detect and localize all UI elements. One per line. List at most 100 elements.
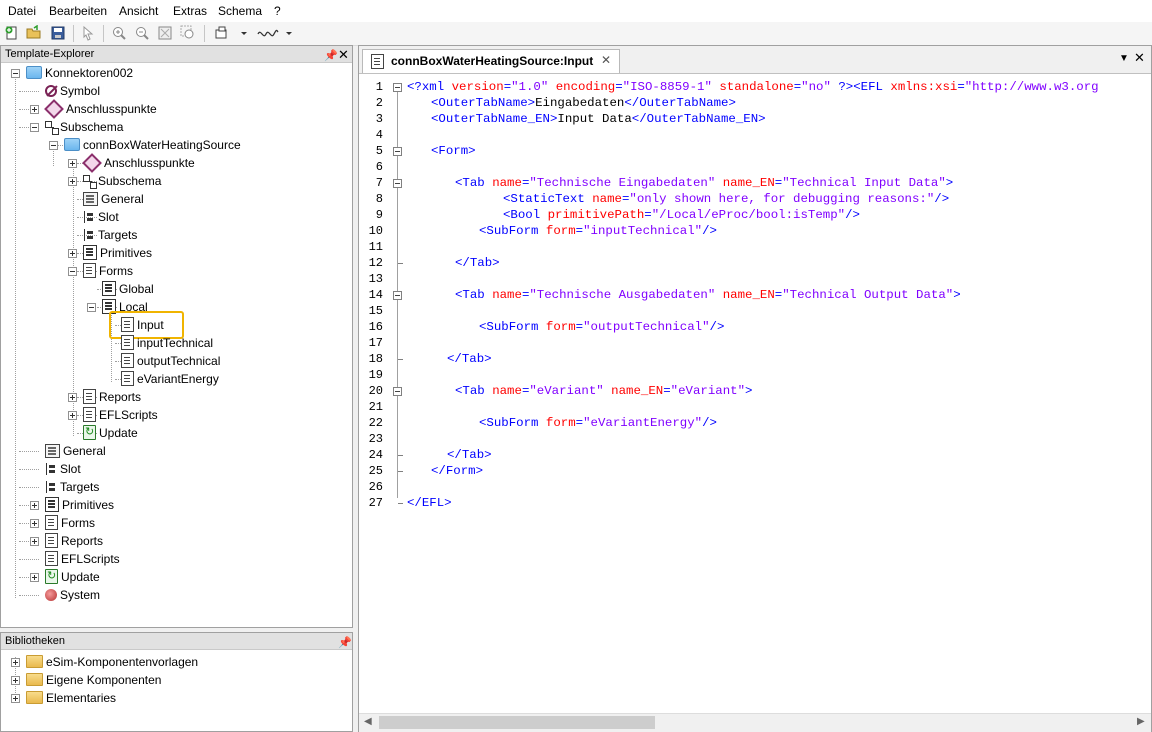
tree-item-sub-slot[interactable]: Slot [83,208,119,226]
tree-expand-toggle[interactable] [68,393,77,402]
global-icon [102,281,116,297]
tree-item-sub-reports[interactable]: Reports [83,388,141,406]
tree-item-outputtechnical[interactable]: outputTechnical [121,352,220,370]
library-item[interactable]: eSim-Komponentenvorlagen [26,653,198,671]
menu-ansicht[interactable]: Ansicht [119,4,158,18]
forms-icon [83,263,96,279]
tree-item-sub-forms[interactable]: Forms [83,262,133,280]
code-area[interactable]: <?xml version="1.0" encoding="ISO-8859-1… [359,74,1133,713]
scroll-right-icon[interactable]: ▶ [1137,716,1145,727]
tree-item-sub-primitives[interactable]: Primitives [83,244,152,262]
dropdown-menu-icon[interactable]: ▼ [1119,53,1129,64]
chevron-down-icon[interactable] [239,25,249,41]
tree-item-root[interactable]: Konnektoren002 [26,64,133,82]
wave-icon[interactable] [257,25,279,41]
code-line: <Form> [431,144,476,158]
save-icon[interactable] [50,25,66,41]
scroll-left-icon[interactable]: ◀ [364,716,372,727]
network-icon [45,120,57,133]
tree-item-global[interactable]: Global [102,280,154,298]
tree-expand-toggle[interactable] [68,177,77,186]
tree-collapse-toggle[interactable] [11,69,20,78]
pin-icon[interactable]: 📌 [338,635,352,652]
library-item[interactable]: Elementaries [26,689,116,707]
tree-item-slot[interactable]: Slot [45,460,81,478]
tree-item-anschlusspunkte[interactable]: Anschlusspunkte [44,98,157,119]
tree-item-primitives[interactable]: Primitives [45,496,114,514]
tree-item-sub-anschlusspunkte[interactable]: Anschlusspunkte [82,152,195,173]
tab-connbox-input[interactable]: connBoxWaterHeatingSource:Input ✕ [362,49,620,73]
form-doc-icon [121,353,134,369]
slot-icon [83,210,95,223]
layout-icon[interactable] [214,25,230,41]
tree-item-symbol[interactable]: Symbol [45,82,100,100]
menu-bearbeiten[interactable]: Bearbeiten [49,4,107,18]
close-icon[interactable]: ✕ [601,53,611,67]
code-line: <OuterTabName>Eingabedaten</OuterTabName… [431,96,736,110]
tree-expand-toggle[interactable] [11,676,20,685]
tree-item-general[interactable]: General [45,442,106,460]
tree-item-sub-subschema[interactable]: Subschema [83,172,161,190]
system-icon [45,588,57,601]
pointer-icon[interactable] [80,25,96,41]
zoom-out-icon[interactable] [134,25,150,41]
close-icon[interactable]: ✕ [1134,50,1145,66]
fit-window-icon[interactable] [157,25,173,41]
scrollbar-thumb[interactable] [379,716,655,729]
template-tree: Konnektoren002 Symbol Anschlusspunkte Su… [1,64,352,627]
tree-item-subschema[interactable]: Subschema [45,118,123,136]
code-line: <SubForm form="eVariantEnergy"/> [479,416,717,430]
tree-collapse-toggle[interactable] [49,141,58,150]
code-line: <StaticText name="only shown here, for d… [503,192,950,206]
tree-item-system[interactable]: System [45,586,100,604]
horizontal-scrollbar[interactable]: ◀ ▶ [359,713,1151,732]
menu-datei[interactable]: Datei [8,4,36,18]
folder-icon [26,673,43,687]
tree-item-reports[interactable]: Reports [45,532,103,550]
tree-item-sub-general[interactable]: General [83,190,144,208]
vertical-scrollbar[interactable] [1133,74,1151,713]
tree-expand-toggle[interactable] [11,658,20,667]
tree-collapse-toggle[interactable] [30,123,39,132]
zoom-area-icon[interactable] [180,25,196,41]
menu-help[interactable]: ? [274,4,281,18]
tree-expand-toggle[interactable] [30,105,39,114]
scripts-icon [45,551,58,567]
tree-expand-toggle[interactable] [30,573,39,582]
tree-item-update[interactable]: Update [45,567,100,586]
tree-collapse-toggle[interactable] [68,267,77,276]
library-item[interactable]: Eigene Komponenten [26,671,161,689]
tree-expand-toggle[interactable] [68,249,77,258]
tree-item-eflscripts[interactable]: EFLScripts [45,550,120,568]
tree-item-sub-update[interactable]: Update [83,423,138,442]
tree-expand-toggle[interactable] [68,159,77,168]
tree-collapse-toggle[interactable] [87,303,96,312]
menu-extras[interactable]: Extras [173,4,207,18]
tree-expand-toggle[interactable] [30,537,39,546]
reports-icon [83,389,96,405]
tree-item-connbox[interactable]: connBoxWaterHeatingSource [64,136,241,154]
tree-expand-toggle[interactable] [30,501,39,510]
tree-expand-toggle[interactable] [68,411,77,420]
symbol-icon [45,84,57,97]
tree-item-sub-eflscripts[interactable]: EFLScripts [83,406,158,424]
tree-item-sub-targets[interactable]: Targets [83,226,137,244]
folder-icon [26,655,43,669]
code-line: <Tab name="Technische Ausgabedaten" name… [455,288,961,302]
tree-expand-toggle[interactable] [30,519,39,528]
folder-icon [64,138,80,152]
zoom-in-icon[interactable] [111,25,127,41]
code-line: <SubForm form="outputTechnical"/> [479,320,725,334]
tree-expand-toggle[interactable] [11,694,20,703]
tree-item-inputtechnical[interactable]: inputTechnical [121,334,213,352]
close-icon[interactable]: ✕ [338,46,349,63]
chevron-down-icon[interactable] [284,25,294,41]
tree-item-targets[interactable]: Targets [45,478,99,496]
targets-icon [83,228,95,241]
new-file-icon[interactable] [4,25,20,41]
tree-item-evariantenergy[interactable]: eVariantEnergy [121,370,219,388]
open-folder-icon[interactable] [26,25,42,41]
menu-schema[interactable]: Schema [218,4,262,18]
pin-icon[interactable]: 📌 [324,48,338,65]
tree-item-forms[interactable]: Forms [45,514,95,532]
